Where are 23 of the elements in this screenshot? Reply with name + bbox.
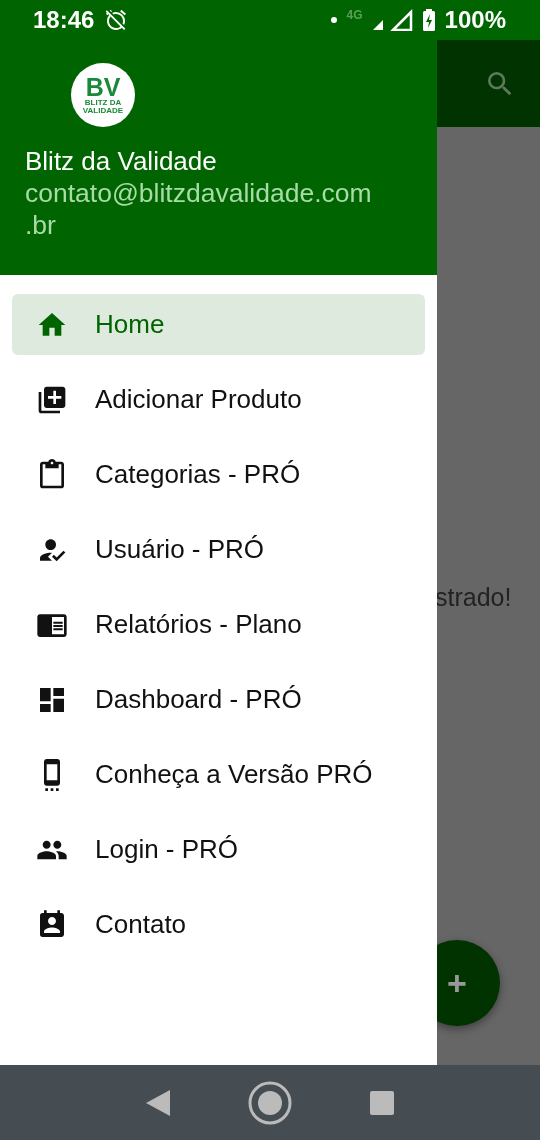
- empty-message: strado!: [435, 583, 512, 612]
- recents-icon[interactable]: [370, 1090, 394, 1115]
- menu-item[interactable]: Categorias - PRÓ: [12, 444, 425, 505]
- home-button-icon[interactable]: [248, 1080, 292, 1125]
- battery-icon: [422, 9, 435, 31]
- menu-item[interactable]: Dashboard - PRÓ: [12, 669, 425, 730]
- menu-item[interactable]: Relatórios - Plano: [12, 594, 425, 655]
- contact-email: contato@blitzdavalidade.com.br: [25, 177, 373, 241]
- menu-item[interactable]: Home: [12, 294, 425, 355]
- menu-item[interactable]: Login - PRÓ: [12, 819, 425, 880]
- logo-letters: BV: [85, 75, 121, 99]
- alarm-off-icon: [104, 8, 129, 32]
- logo-tagline: BLITZ DA VALIDADE: [81, 99, 125, 115]
- menu-item[interactable]: Usuário - PRÓ: [12, 519, 425, 580]
- signal-icon: [372, 9, 413, 31]
- menu-item[interactable]: Conheça a Versão PRÓ: [12, 744, 425, 805]
- app-title: Blitz da Validade: [25, 145, 218, 177]
- dot-icon: [330, 17, 337, 23]
- network-type: 4G: [346, 8, 363, 22]
- clock: 18:46: [33, 6, 95, 34]
- back-icon[interactable]: [146, 1089, 170, 1116]
- menu-item[interactable]: Adicionar Produto: [12, 369, 425, 430]
- battery-level: 100%: [444, 6, 506, 34]
